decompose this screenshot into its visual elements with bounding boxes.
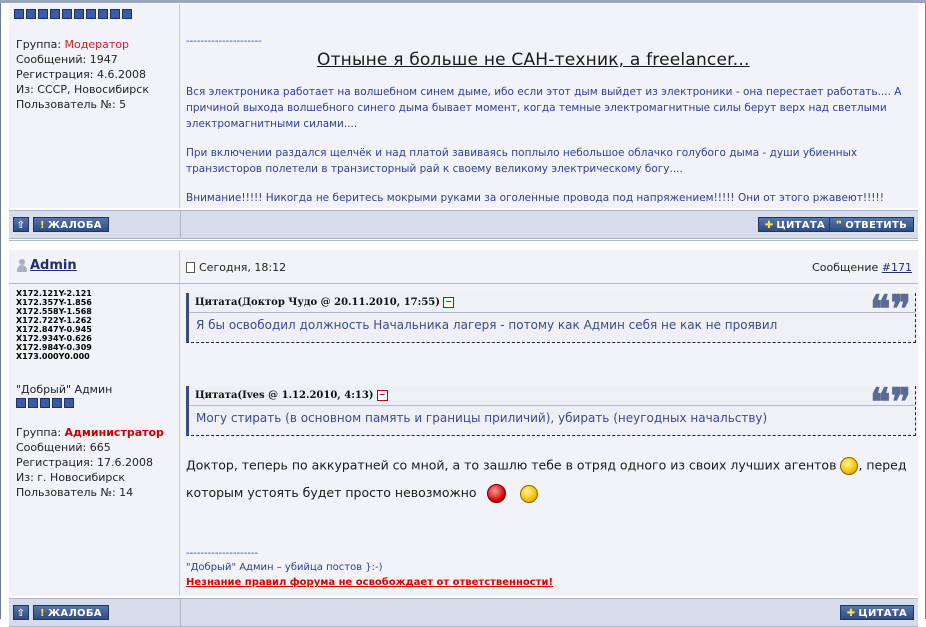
forum-rules-link[interactable]: Незнание правил форума не освобождает от… xyxy=(186,577,553,588)
post2-registration: Регистрация: 17.6.2008 xyxy=(16,456,153,469)
agent-smiley-icon xyxy=(519,484,538,503)
post1-sig-para1: Вся электроника работает на волшебном си… xyxy=(186,86,902,130)
collapse-quote-icon[interactable]: − xyxy=(376,390,388,401)
post1-quote-button[interactable]: ✚ ЦИТАТА xyxy=(757,217,832,232)
plus-icon: ✚ xyxy=(846,608,856,619)
quote-marks-icon: ❞ xyxy=(836,220,843,231)
post2-user-info: Группа: Администратор Сообщений: 665 Рег… xyxy=(16,426,164,499)
post2-author-name[interactable]: Admin xyxy=(30,258,77,273)
post1-action-bar: ⇧ ! ЖАЛОБА ✚ ЦИТАТА ❞ ОТВЕТИТЬ xyxy=(9,210,918,239)
post-separator xyxy=(9,240,918,241)
exclamation-icon: ! xyxy=(40,220,45,231)
quote-2-header: Цитата(Ives @ 1.12.2010, 4:13) − xyxy=(189,386,915,406)
user-icon xyxy=(16,259,28,272)
post1-group-value: Модератор xyxy=(64,38,129,51)
quote-1-header: Цитата(Доктор Чудо @ 20.11.2010, 17:55) − xyxy=(189,293,915,313)
post2-action-bar: ⇧ ! ЖАЛОБА ✚ ЦИТАТА xyxy=(9,598,918,627)
collapse-quote-icon[interactable]: − xyxy=(442,297,454,308)
post2-user-number: Пользователь №: 14 xyxy=(16,486,134,499)
grin-smiley-icon xyxy=(840,457,859,475)
post2-message-line1: Доктор, теперь по аккуратней со мной, а … xyxy=(186,457,907,475)
arrow-up-icon: ⇧ xyxy=(16,220,26,231)
post2-post-count: Сообщений: 665 xyxy=(16,441,111,454)
post2-user-title: "Добрый" Админ xyxy=(16,383,113,396)
post2-rank-pips xyxy=(16,398,74,408)
quote-mark-icon: ❝❞ xyxy=(870,379,911,424)
post2-coordinates: X172.121Y-2.121 X172.357Y-1.856 X172.558… xyxy=(16,289,92,361)
post2-message-number: Сообщение #171 xyxy=(812,261,912,274)
post1-location: Из: СССР, Новосибирск xyxy=(16,83,149,96)
post2-up-button[interactable]: ⇧ xyxy=(13,605,29,620)
post2-header-divider xyxy=(9,283,918,284)
post2-group-value: Администратор xyxy=(64,426,164,439)
post2-location: Из: г. Новосибирск xyxy=(16,471,126,484)
post1-post-count: Сообщений: 1947 xyxy=(16,53,118,66)
post2-date: Сегодня, 18:12 xyxy=(186,261,286,274)
post1-user-info: Группа: Модератор Сообщений: 1947 Регист… xyxy=(16,38,149,111)
post1-rank-pips xyxy=(14,9,132,19)
quote-mark-icon: ❝❞ xyxy=(870,286,911,331)
post2-sig-line: "Добрый" Админ – убийца постов }:-) xyxy=(186,562,383,573)
post2-message-link[interactable]: #171 xyxy=(882,261,912,274)
plus-icon: ✚ xyxy=(764,220,774,231)
red-devil-smiley-icon xyxy=(486,484,506,503)
post1-sig-title-link[interactable]: Отныне я больше не САН-техник, а freelan… xyxy=(317,50,750,70)
post2-complaint-button[interactable]: ! ЖАЛОБА xyxy=(33,605,109,620)
post1-complaint-button[interactable]: ! ЖАЛОБА xyxy=(33,217,109,232)
quote-2-body: Могу стирать (в основном память и границ… xyxy=(196,411,768,425)
post2-message-line2: которым устоять будет просто невозможно xyxy=(186,484,538,503)
arrow-up-icon: ⇧ xyxy=(16,608,26,619)
post1-sig-para2: При включении раздался щелчёк и над плат… xyxy=(186,147,858,175)
exclamation-icon: ! xyxy=(40,608,45,619)
post1-registration: Регистрация: 4.6.2008 xyxy=(16,68,146,81)
post1-reply-button[interactable]: ❞ ОТВЕТИТЬ xyxy=(829,217,914,232)
quote-1-body: Я бы освободил должность Начальника лаге… xyxy=(196,318,778,332)
post1-sig-dashes: --------------------- xyxy=(186,36,262,47)
post2-sig-dashes: -------------------- xyxy=(186,548,259,559)
post2-quote-button[interactable]: ✚ ЦИТАТА xyxy=(839,605,914,620)
post2-author[interactable]: Admin xyxy=(16,258,77,273)
post1-user-number: Пользователь №: 5 xyxy=(16,98,127,111)
document-icon xyxy=(186,262,195,273)
post1-up-button[interactable]: ⇧ xyxy=(13,217,29,232)
quote-block-1: Цитата(Доктор Чудо @ 20.11.2010, 17:55) −… xyxy=(186,286,916,343)
post1-sig-para3: Внимание!!!!! Никогда не беритесь мокрым… xyxy=(186,192,884,204)
quote-block-2: Цитата(Ives @ 1.12.2010, 4:13) − ❝❞ Могу … xyxy=(186,379,916,436)
top-divider xyxy=(0,0,926,3)
